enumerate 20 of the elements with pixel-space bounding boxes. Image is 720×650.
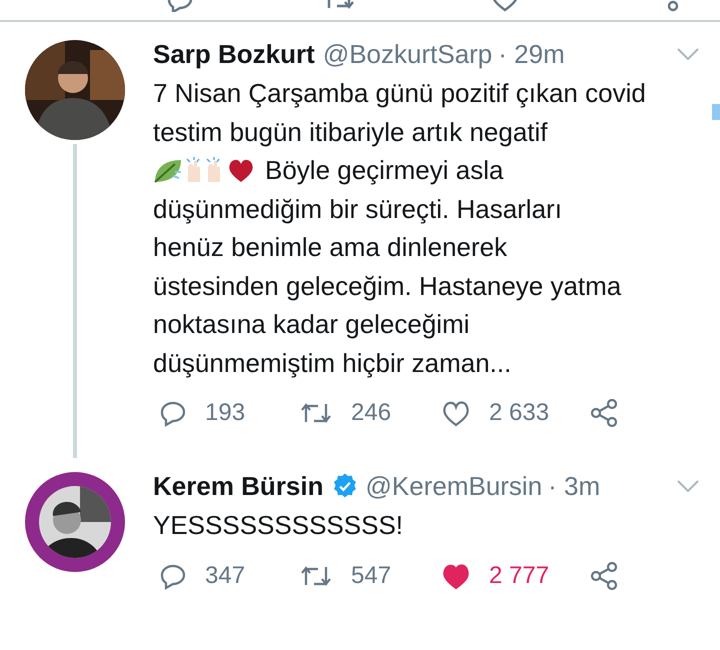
tweet-text: 7 Nisan Çarşamba günü pozitif çıkan covid testim bugün itibariyle artık negatif xyxy=(153,77,647,148)
retweet-count: 246 xyxy=(351,399,392,427)
reply-count: 193 xyxy=(205,399,246,427)
reply-icon[interactable] xyxy=(166,0,194,12)
like-count: 2 777 xyxy=(489,562,550,590)
tweet-text: düşünmediğim bir süreçti. Hasarları henüz benimle ama dinlenerek üstesinden geleceğim. Hastaneye yatma noktasına kadar geleceğimi düşünmemiştim hiçbir zaman... xyxy=(153,192,622,380)
reply-count: 347 xyxy=(205,562,246,590)
author-handle[interactable]: @BozkurtSarp xyxy=(322,38,492,70)
tweet-time: · 29m xyxy=(498,38,565,70)
like-count: 2 633 xyxy=(489,399,550,427)
tweet-text: Böyle geçirmeyi asla xyxy=(265,154,504,187)
retweet-count: 547 xyxy=(351,562,392,590)
author-name[interactable]: Sarp Bozkurt xyxy=(153,38,315,70)
author-name[interactable]: Kerem Bürsin xyxy=(153,470,324,502)
reply-icon[interactable] xyxy=(159,399,187,427)
tweet-text: YESSSSSSSSSSSS! xyxy=(153,509,404,542)
scroll-indicator xyxy=(712,104,720,120)
tweet-time: · 3m xyxy=(548,470,600,502)
avatar[interactable] xyxy=(25,472,125,572)
author-handle[interactable]: @KeremBursin xyxy=(366,470,542,502)
